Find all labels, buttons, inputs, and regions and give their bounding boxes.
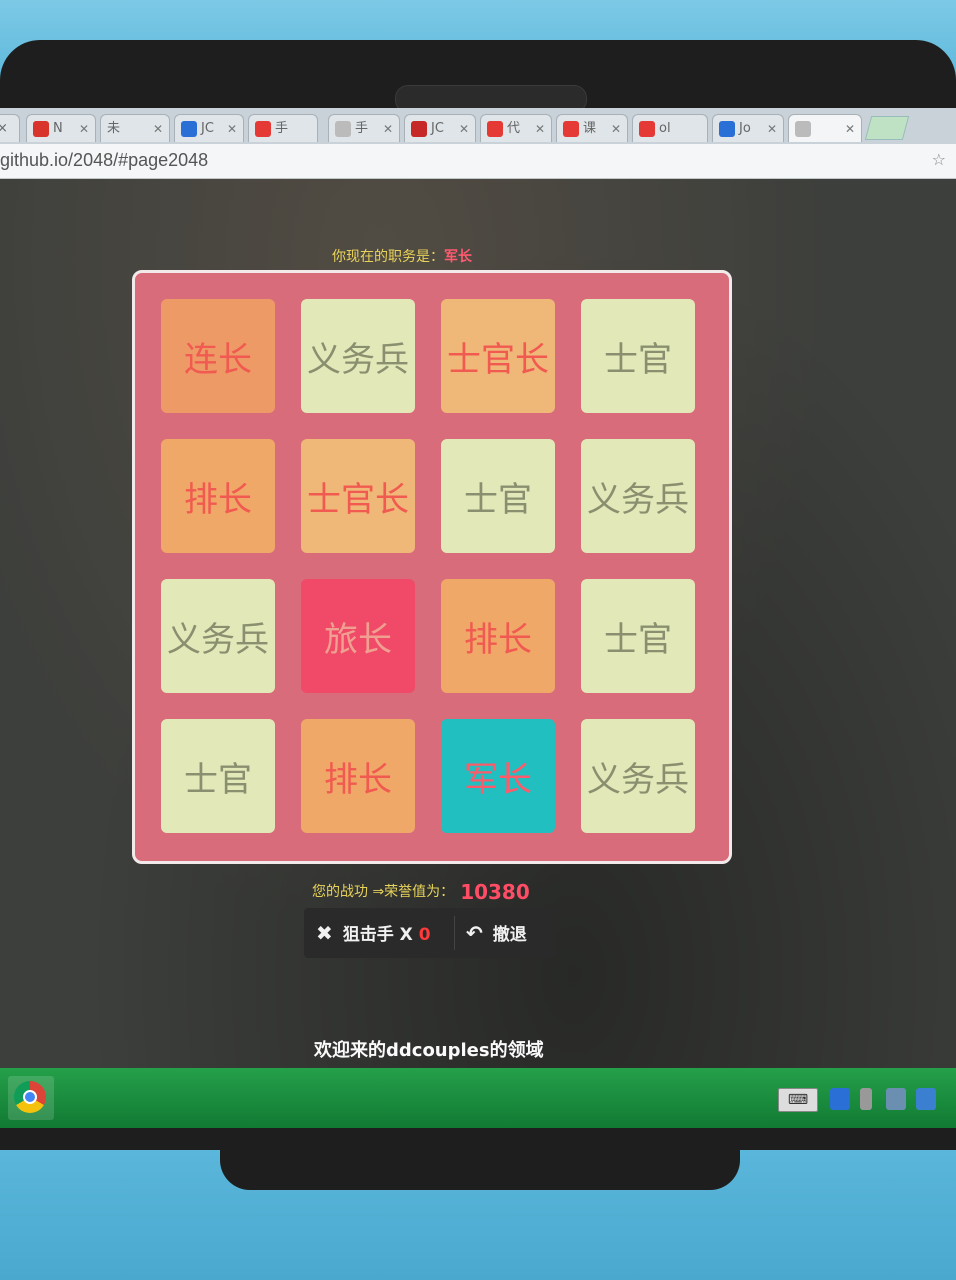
sniper-button[interactable]: ✖ 狙击手 X 0	[316, 908, 431, 958]
browser-tab[interactable]: JC ✕	[404, 114, 476, 142]
board-tile: 义务兵	[581, 719, 695, 833]
browser-tab-active[interactable]: ✕	[788, 114, 862, 142]
tab-label: JC	[201, 121, 214, 136]
tab-close-icon[interactable]: ✕	[459, 115, 469, 142]
browser-tab-bar: × N✕ 未✕ JC✕ 手 手✕ JC✕ 代✕ 课✕ ol Jo✕ ✕	[0, 108, 956, 145]
browser-tab[interactable]: 手 ✕	[328, 114, 400, 142]
board-tile: 排长	[161, 439, 275, 553]
score-label: 您的战功 ⇒荣誉值为：	[312, 884, 455, 900]
board-tile: 士官长	[441, 299, 555, 413]
undo-icon: ↶	[466, 921, 483, 945]
tab-favicon	[411, 120, 427, 137]
browser-tab[interactable]: 课 ✕	[556, 114, 628, 142]
board-tile: 排长	[301, 719, 415, 833]
tab-close-icon[interactable]: ✕	[535, 115, 545, 142]
tab-close-icon[interactable]: ✕	[153, 115, 163, 142]
chrome-icon	[14, 1081, 46, 1113]
tab-favicon	[181, 120, 197, 137]
tab-close-icon[interactable]: ✕	[611, 115, 621, 142]
board-tile: 士官	[581, 579, 695, 693]
address-bar[interactable]: github.io/2048/#page2048 ☆	[0, 144, 956, 179]
tab-favicon	[33, 120, 49, 137]
browser-tab[interactable]: N ✕	[26, 114, 96, 142]
board-tile: 士官	[441, 439, 555, 553]
tab-label: 手	[275, 121, 289, 136]
windows-taskbar: ⌨	[0, 1068, 956, 1128]
welcome-text: 欢迎来的ddcouples的领域	[314, 1040, 544, 1061]
sniper-label: 狙击手 X	[342, 925, 413, 945]
bookmark-star-icon[interactable]: ☆	[932, 150, 946, 169]
board-tile: 军长	[441, 719, 555, 833]
keyboard-icon[interactable]: ⌨	[778, 1088, 818, 1112]
tab-close-icon[interactable]: ✕	[383, 115, 393, 142]
tab-favicon	[335, 120, 351, 137]
tablet-case-bottom	[0, 1150, 956, 1280]
tab-label: ol	[659, 121, 671, 136]
tab-close-icon[interactable]: ✕	[767, 115, 777, 142]
tab-favicon	[255, 120, 271, 137]
board-tile: 义务兵	[581, 439, 695, 553]
tab-favicon	[639, 120, 655, 137]
tab-close-icon[interactable]: ✕	[845, 115, 855, 142]
tray-app-icon[interactable]	[830, 1088, 850, 1110]
rank-value: 军长	[444, 249, 472, 265]
board-tile: 义务兵	[161, 579, 275, 693]
browser-tab[interactable]: Jo ✕	[712, 114, 784, 142]
new-tab-button[interactable]	[864, 116, 910, 140]
close-icon: ✖	[316, 921, 333, 945]
board-tile: 士官	[161, 719, 275, 833]
undo-button[interactable]: ↶ 撤退	[466, 908, 527, 958]
browser-tab[interactable]: 代 ✕	[480, 114, 552, 142]
tab-favicon	[719, 120, 735, 137]
tab-label: Jo	[739, 121, 751, 136]
browser-tab[interactable]: 手	[248, 114, 318, 142]
game-controls: ✖ 狙击手 X 0 ↶ 撤退	[304, 908, 556, 958]
score-value: 10380	[460, 880, 530, 904]
url-text[interactable]: github.io/2048/#page2048	[0, 150, 208, 171]
tab-label: JC	[431, 121, 444, 136]
tab-label: 课	[583, 121, 597, 136]
board-tile: 连长	[161, 299, 275, 413]
sniper-count: 0	[418, 925, 431, 945]
browser-tab[interactable]: 未 ✕	[100, 114, 170, 142]
tab-label: N	[53, 121, 63, 136]
board-tile: 士官长	[301, 439, 415, 553]
rank-line: 你现在的职务是：军长	[332, 246, 472, 266]
tablet-screen: × N✕ 未✕ JC✕ 手 手✕ JC✕ 代✕ 课✕ ol Jo✕ ✕ gith…	[0, 108, 956, 1128]
board-tile: 旅长	[301, 579, 415, 693]
battery-icon[interactable]	[860, 1088, 872, 1110]
score-line: 您的战功 ⇒荣誉值为： 10380	[312, 880, 530, 904]
tab-label: 手	[355, 121, 369, 136]
board-tile: 排长	[441, 579, 555, 693]
board-tile: 义务兵	[301, 299, 415, 413]
browser-tab[interactable]: ol	[632, 114, 708, 142]
tab-close-icon[interactable]: ✕	[79, 115, 89, 142]
tray-flag-icon[interactable]	[916, 1088, 936, 1110]
browser-tab[interactable]: JC ✕	[174, 114, 244, 142]
tab-favicon	[563, 120, 579, 137]
tab-label: 代	[507, 121, 521, 136]
undo-label: 撤退	[492, 925, 527, 945]
tab-favicon	[487, 120, 503, 137]
taskbar-chrome-button[interactable]	[8, 1076, 54, 1120]
board-tile: 士官	[581, 299, 695, 413]
network-icon[interactable]	[886, 1088, 906, 1110]
controls-divider	[454, 916, 455, 950]
tab-close-icon[interactable]: ✕	[227, 115, 237, 142]
game-board[interactable]: 连长 义务兵 士官长 士官 排长 士官长 士官 义务兵 义务兵 旅长 排长 士官 士官 排长 军长 义务兵	[132, 270, 732, 864]
tab-favicon	[795, 120, 811, 137]
tab-label: 未	[107, 121, 121, 136]
tablet-bezel-bottom	[220, 1150, 740, 1190]
rank-label: 你现在的职务是：	[332, 249, 444, 265]
tab-label: ×	[0, 121, 8, 136]
browser-tab[interactable]: ×	[0, 114, 20, 142]
